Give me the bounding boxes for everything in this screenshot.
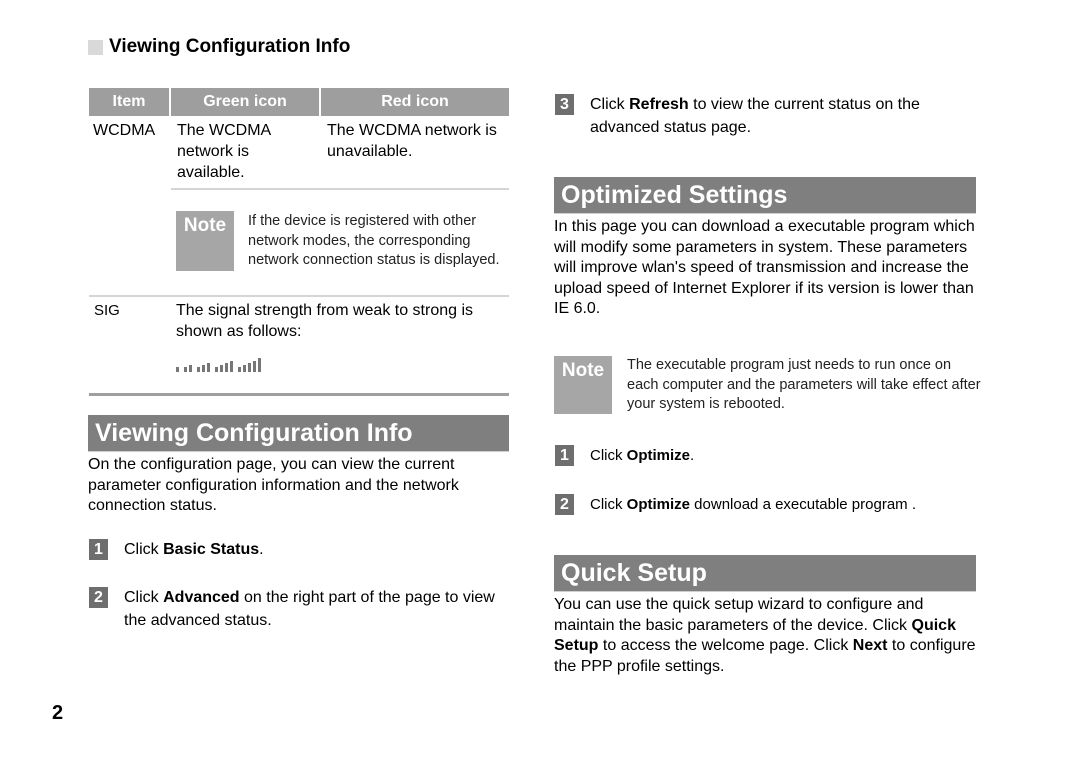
signal-bar: [202, 365, 205, 372]
step-number: 3: [555, 94, 574, 115]
signal-bar: [189, 365, 192, 372]
signal-bar: [215, 367, 218, 372]
step-number: 1: [555, 445, 574, 466]
note-badge: Note: [554, 356, 612, 414]
header-green-icon: Green icon: [171, 88, 321, 116]
cell-item: WCDMA: [93, 122, 156, 139]
signal-bar: [243, 365, 246, 372]
signal-bar: [176, 367, 179, 372]
square-bullet-icon: [88, 39, 103, 55]
section-title-quick-setup: Quick Setup: [554, 555, 976, 592]
signal-strength-4-icon: [215, 361, 233, 372]
signal-bar: [184, 367, 187, 372]
status-icon-table: Item Green icon Red icon WCDMA The WCDMA…: [89, 88, 509, 396]
signal-strength-3-icon: [197, 363, 210, 372]
signal-icons: [176, 356, 501, 372]
note-text: The executable program just needs to run…: [627, 357, 981, 412]
signal-bar: [207, 363, 210, 372]
signal-bar: [220, 365, 223, 372]
signal-strength-1-icon: [176, 367, 179, 372]
divider-thick: [89, 393, 509, 396]
step-text: Click Advanced on the right part of the …: [124, 589, 495, 629]
step-text: Click Refresh to view the current status…: [590, 96, 920, 136]
cell-sig-text: The signal strength from weak to strong …: [176, 302, 474, 340]
step-number: 2: [555, 494, 574, 515]
table-row: WCDMA The WCDMA network is available. Th…: [89, 116, 509, 188]
cell-red: The WCDMA network is unavailable.: [327, 122, 497, 160]
header-red-icon: Red icon: [321, 88, 509, 116]
signal-strength-2-icon: [184, 365, 192, 372]
step-2: 2 Click Advanced on the right part of th…: [89, 586, 509, 632]
note-box: Note If the device is registered with ot…: [176, 211, 509, 295]
signal-bar: [248, 363, 251, 372]
signal-strength-5-icon: [238, 358, 261, 372]
cell-sig-item: SIG: [94, 302, 120, 319]
header-item: Item: [89, 88, 171, 116]
table-row-sig: SIG The signal strength from weak to str…: [89, 297, 509, 372]
sub-heading-title: Viewing Configuration Info: [109, 36, 351, 57]
optimized-note: Note The executable program just needs t…: [554, 356, 982, 415]
step-text: Click Optimize.: [590, 447, 695, 464]
step-text: Click Optimize download a executable pro…: [590, 496, 916, 513]
signal-bar: [238, 367, 241, 372]
section-title-viewing-config: Viewing Configuration Info: [88, 415, 509, 452]
step-3: 3 Click Refresh to view the current stat…: [555, 93, 975, 139]
optimized-step-1: 1 Click Optimize.: [555, 444, 975, 467]
divider: [171, 188, 509, 190]
page-number: 2: [52, 702, 64, 724]
signal-bar: [253, 361, 256, 372]
signal-bar: [258, 358, 261, 372]
section-intro: On the configuration page, you can view …: [88, 456, 459, 514]
signal-bar: [197, 367, 200, 372]
note-text: If the device is registered with other n…: [248, 213, 500, 268]
step-number: 2: [89, 587, 108, 608]
step-1: 1 Click Basic Status.: [89, 538, 509, 561]
step-number: 1: [89, 539, 108, 560]
table-header: Item Green icon Red icon: [89, 88, 509, 116]
optimized-intro: In this page you can download a executab…: [554, 218, 975, 317]
step-text: Click Basic Status.: [124, 541, 264, 558]
sub-heading: Viewing Configuration Info: [88, 36, 350, 58]
optimized-step-2: 2 Click Optimize download a executable p…: [555, 493, 975, 516]
signal-bar: [230, 361, 233, 372]
signal-bar: [225, 363, 228, 372]
section-title-optimized: Optimized Settings: [554, 177, 976, 214]
note-badge: Note: [176, 211, 234, 271]
quick-setup-text: You can use the quick setup wizard to co…: [554, 596, 976, 675]
cell-green: The WCDMA network is available.: [177, 122, 271, 181]
